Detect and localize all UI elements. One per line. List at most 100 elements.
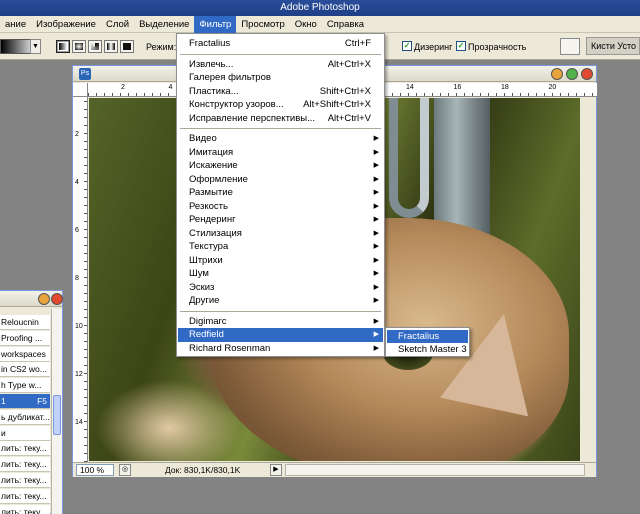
menu-separator (180, 128, 381, 129)
filter-menu-item[interactable]: Штрихи ▶ (178, 254, 383, 268)
menu-item[interactable]: ание (0, 16, 31, 33)
menu-item-label: Richard Rosenman (189, 342, 271, 354)
filter-menu-item[interactable]: Эскиз ▶ (178, 281, 383, 295)
ruler-number: 4 (75, 179, 79, 186)
dither-checkbox[interactable]: ✓ (402, 41, 412, 51)
filter-menu-item[interactable]: Оформление ▶ (178, 173, 383, 187)
submenu-item[interactable]: Sketch Master 3 (387, 343, 468, 356)
submenu-item[interactable]: Fractalius (387, 330, 468, 343)
history-row[interactable]: лить: теку... (0, 504, 50, 514)
history-row-label: in CS2 wo... (1, 364, 47, 375)
filter-menu-item[interactable]: Конструктор узоров... Alt+Shift+Ctrl+X (178, 98, 383, 112)
menu-item[interactable]: Слой (101, 16, 134, 33)
gradient-dropdown-button[interactable]: ▼ (30, 39, 41, 54)
palette-well-icon[interactable] (560, 38, 580, 55)
transparency-checkbox[interactable]: ✓ (456, 41, 466, 51)
menu-item[interactable]: Окно (290, 16, 322, 33)
brushes-tab[interactable]: Кисти Усто (586, 37, 640, 55)
filter-menu-item[interactable]: Пластика... Shift+Ctrl+X (178, 85, 383, 99)
menu-item-label: Другие (189, 295, 220, 306)
close-icon[interactable] (581, 68, 593, 80)
status-menu-icon[interactable]: ◎ (119, 464, 131, 476)
menu-item-label: Размытие (189, 187, 233, 198)
ruler-number: 8 (75, 275, 79, 282)
history-row-label: h Type w... (1, 380, 42, 391)
submenu-arrow-icon: ▶ (373, 175, 379, 183)
filter-menu-item[interactable]: Digimarc ▶ (178, 315, 383, 329)
filter-menu-item[interactable]: Резкость ▶ (178, 200, 383, 214)
history-row[interactable]: лить: теку... (0, 488, 50, 504)
history-row[interactable]: и (0, 425, 50, 441)
history-row[interactable]: h Type w... (0, 378, 50, 394)
menu-item-label: Redfield (189, 329, 224, 340)
horizontal-scrollbar[interactable] (285, 464, 585, 476)
history-row[interactable]: ь дубликат... (0, 409, 50, 425)
submenu-arrow-icon: ▶ (373, 216, 379, 223)
vertical-ruler[interactable]: 2 4 6 8 10 12 14 (73, 97, 88, 462)
history-row[interactable]: 1 F5 (0, 394, 50, 409)
history-row[interactable]: in CS2 wo... (0, 362, 50, 378)
linear-gradient-button[interactable] (56, 40, 70, 53)
filter-menu-item[interactable]: Размытие ▶ (178, 186, 383, 200)
history-row[interactable]: лить: теку... (0, 473, 50, 488)
filter-menu-item[interactable]: Redfield ▶ (178, 328, 383, 342)
filter-menu-item[interactable]: Исправление перспективы... Alt+Ctrl+V (178, 112, 383, 126)
radial-gradient-button[interactable] (72, 40, 86, 53)
filter-menu-item[interactable]: Другие ▶ (178, 294, 383, 308)
filter-menu-item[interactable]: Текстура ▶ (178, 240, 383, 254)
reflected-gradient-button[interactable] (104, 40, 118, 53)
transparency-label: Прозрачность (468, 42, 527, 52)
history-row-label: лить: теку... (1, 490, 47, 501)
menu-item-label: Текстура (189, 241, 229, 252)
history-row[interactable]: Reloucnin (0, 315, 50, 330)
menu-item[interactable]: Выделение (134, 16, 194, 33)
menu-item-shortcut: Alt+Ctrl+V (327, 112, 371, 124)
maximize-icon[interactable] (566, 68, 578, 80)
angle-gradient-button[interactable] (88, 40, 102, 53)
history-row[interactable]: лить: теку... (0, 441, 50, 457)
zoom-field[interactable]: 100 % (76, 464, 114, 476)
history-row-label: лить: теку... (1, 506, 47, 514)
filter-menu-item[interactable]: Richard Rosenman ▶ (178, 342, 383, 356)
palette-minimize-icon[interactable] (38, 293, 50, 305)
filter-menu-item[interactable]: Извлечь... Alt+Ctrl+X (178, 58, 383, 72)
filter-menu-item[interactable]: Fractalius Ctrl+F (178, 37, 383, 51)
menu-item[interactable]: Изображение (31, 16, 101, 33)
status-arrow-button[interactable]: ▶ (270, 464, 282, 476)
filter-menu-item[interactable]: Рендеринг ▶ (178, 213, 383, 227)
history-row[interactable]: лить: теку... (0, 457, 50, 473)
filter-menu-item[interactable]: Галерея фильтров (178, 71, 383, 85)
menu-item-label: Эскиз (189, 281, 215, 293)
filter-menu-item[interactable]: Искажение ▶ (178, 159, 383, 173)
dither-label: Дизеринг (414, 42, 453, 52)
submenu-arrow-icon: ▶ (373, 162, 379, 169)
ruler-number: 10 (75, 323, 83, 330)
palette-title-bar[interactable] (0, 291, 63, 307)
palette-close-icon[interactable] (51, 293, 63, 305)
menu-item-label: Оформление (189, 173, 248, 185)
history-row-label: 1 (1, 396, 6, 406)
ruler-origin[interactable] (73, 83, 88, 97)
history-row[interactable]: workspaces (0, 346, 50, 362)
diamond-gradient-button[interactable] (120, 40, 134, 53)
menu-item-label: Видео (189, 133, 217, 144)
menu-item[interactable]: Фильтр (194, 15, 237, 33)
palette-scroll-thumb[interactable] (53, 395, 61, 435)
app-title-bar: Adobe Photoshop (0, 0, 640, 16)
history-row[interactable]: Proofing ... (0, 330, 50, 346)
filter-menu-item[interactable]: Стилизация ▶ (178, 227, 383, 241)
filter-menu-item[interactable]: Имитация ▶ (178, 146, 383, 160)
menu-item[interactable]: Справка (322, 16, 369, 33)
menu-item-label: Конструктор узоров... (189, 99, 284, 110)
filter-menu-item[interactable]: Шум ▶ (178, 267, 383, 281)
menu-item[interactable]: Просмотр (236, 16, 289, 33)
document-info: Док: 830,1K/830,1K (165, 465, 241, 475)
menu-item-label: Галерея фильтров (189, 72, 271, 83)
minimize-icon[interactable] (551, 68, 563, 80)
palette-scrollbar[interactable] (51, 309, 62, 514)
photoshop-doc-icon: Ps (79, 68, 91, 80)
submenu-arrow-icon: ▶ (373, 189, 379, 196)
history-row-key: F5 (37, 396, 47, 406)
filter-menu-item[interactable]: Видео ▶ (178, 132, 383, 146)
submenu-arrow-icon: ▶ (373, 283, 379, 291)
